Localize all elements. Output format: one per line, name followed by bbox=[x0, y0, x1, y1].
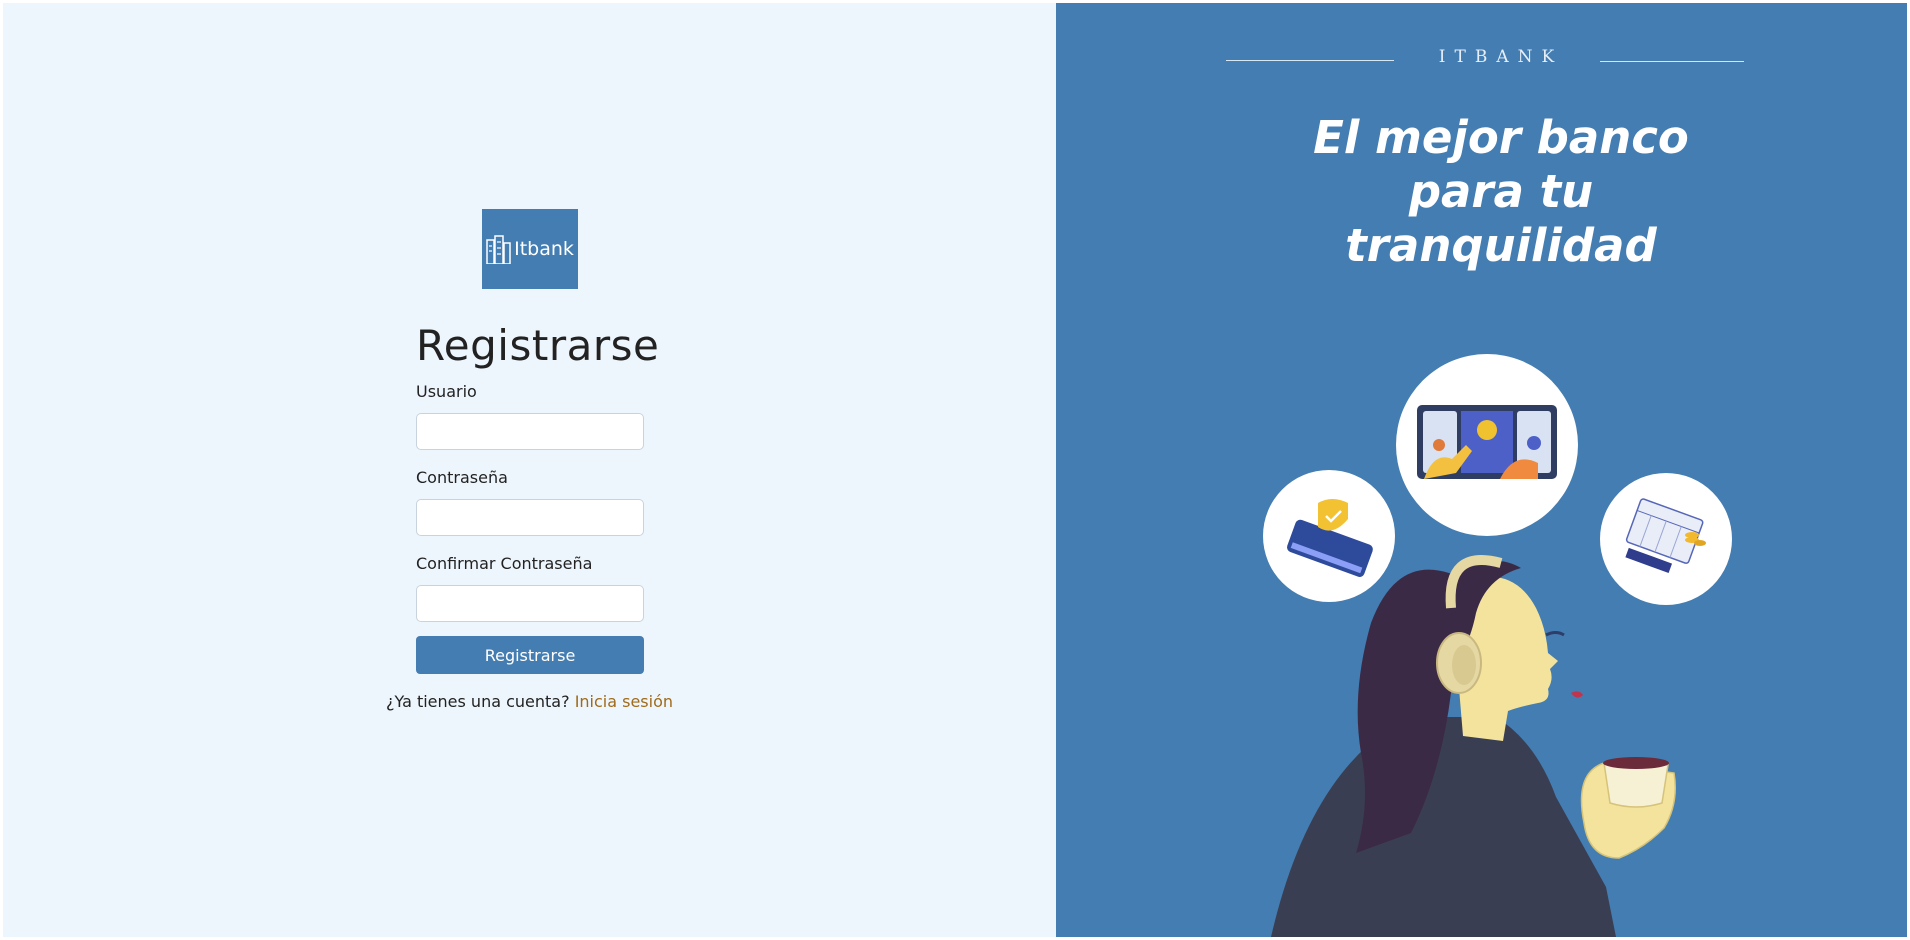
promo-illustration bbox=[1263, 354, 1732, 937]
confirm-password-label: Confirmar Contraseña bbox=[416, 554, 593, 573]
username-label: Usuario bbox=[416, 382, 477, 401]
woman-headphones-illustration bbox=[1271, 555, 1676, 937]
building-logo-icon bbox=[486, 235, 511, 264]
money-transfer-illustration bbox=[1396, 354, 1578, 536]
login-prompt: ¿Ya tienes una cuenta? Inicia sesión bbox=[386, 692, 673, 711]
login-prompt-text: ¿Ya tienes una cuenta? bbox=[386, 692, 570, 711]
password-label: Contraseña bbox=[416, 468, 508, 487]
register-button[interactable]: Registrarse bbox=[416, 636, 644, 674]
username-input[interactable] bbox=[416, 413, 644, 450]
shield-card-illustration bbox=[1263, 470, 1395, 602]
calendar-payment-illustration bbox=[1600, 473, 1732, 605]
page-frame: Itbank Registrarse Usuario Contraseña Co… bbox=[3, 3, 1907, 937]
password-input[interactable] bbox=[416, 499, 644, 536]
logo-text: Itbank bbox=[514, 238, 574, 260]
itbank-logo: Itbank bbox=[482, 209, 578, 289]
register-panel: Itbank Registrarse Usuario Contraseña Co… bbox=[3, 3, 1056, 937]
login-link[interactable]: Inicia sesión bbox=[575, 692, 673, 711]
confirm-password-input[interactable] bbox=[416, 585, 644, 622]
page-title: Registrarse bbox=[416, 321, 660, 370]
promo-panel: ITBANK El mejor banco para tu tranquilid… bbox=[1056, 3, 1907, 937]
